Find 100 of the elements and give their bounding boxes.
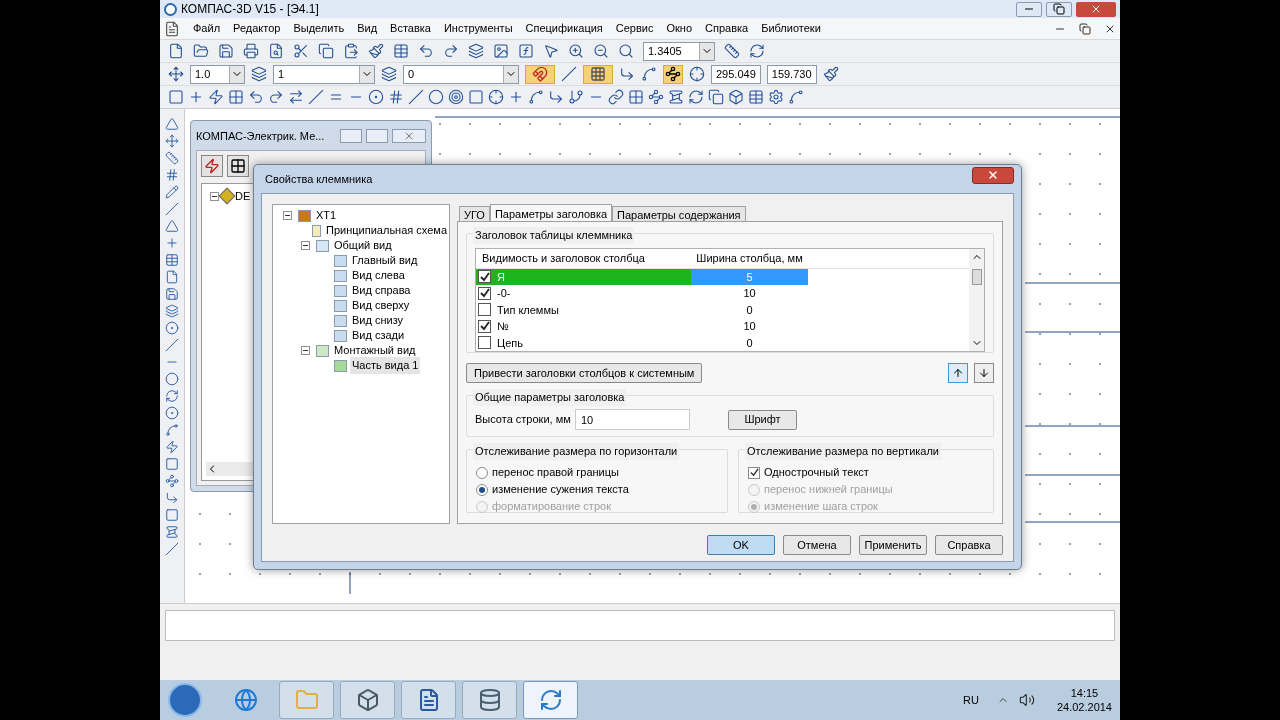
table-icon[interactable] — [393, 43, 409, 59]
zoom-combo[interactable]: 1.3405 — [643, 41, 715, 61]
menu-item[interactable]: Выделить — [293, 20, 345, 37]
menu-item[interactable]: Сервис — [615, 20, 654, 37]
scroll-thumb[interactable] — [971, 269, 982, 285]
speaker-icon[interactable] — [1018, 692, 1035, 708]
magnet-button[interactable] — [525, 64, 555, 84]
double-arrow-icon[interactable] — [288, 89, 304, 105]
search-icon[interactable] — [618, 43, 634, 59]
move-icon[interactable] — [165, 134, 179, 148]
square-icon[interactable] — [165, 457, 179, 471]
branch-icon[interactable] — [568, 89, 584, 105]
reset-headers-button[interactable]: Привести заголовки столбцов к системным — [466, 363, 703, 383]
table-icon[interactable] — [748, 89, 764, 105]
new-file-icon[interactable] — [168, 43, 184, 59]
zoom-out-icon[interactable] — [593, 43, 609, 59]
tree-item[interactable]: Вид сверху — [350, 297, 412, 314]
column-header[interactable]: Видимость и заголовок столбца — [476, 250, 691, 267]
slash-icon[interactable] — [165, 542, 179, 556]
close-button[interactable] — [392, 129, 426, 143]
square-icon[interactable] — [165, 508, 179, 522]
close-button[interactable] — [972, 166, 1014, 184]
ruler-icon[interactable] — [724, 43, 740, 59]
tab[interactable]: Параметры содержания — [612, 206, 746, 221]
triangle-icon[interactable] — [165, 219, 179, 233]
command-field[interactable] — [165, 610, 1115, 641]
curve-icon[interactable] — [788, 89, 804, 105]
language-indicator[interactable]: RU — [963, 691, 979, 709]
lightning-icon[interactable] — [208, 89, 224, 105]
curve-icon[interactable] — [165, 423, 179, 437]
waypoints-icon[interactable] — [165, 474, 179, 488]
tree-item[interactable]: Часть вида 1 — [350, 357, 421, 374]
tree-item[interactable]: Общий вид — [332, 237, 394, 254]
tree-item[interactable]: Вид снизу — [350, 312, 406, 329]
circle-icon[interactable] — [165, 372, 179, 386]
collapse-toggle-icon[interactable] — [283, 211, 292, 220]
tree-item[interactable]: Вид сзади — [350, 327, 407, 344]
tab[interactable]: Параметры заголовка — [489, 204, 613, 221]
table-cell[interactable]: 10 — [691, 285, 808, 302]
collapse-toggle-icon[interactable] — [210, 191, 219, 201]
circle-dot-icon[interactable] — [165, 406, 179, 420]
save-icon[interactable] — [165, 287, 179, 301]
menu-item[interactable]: Спецификация — [525, 20, 603, 37]
move-down-button[interactable] — [974, 363, 994, 383]
tree-item[interactable]: DE — [235, 188, 251, 205]
brush-icon[interactable] — [368, 43, 384, 59]
y-coordinate-field[interactable]: 159.730 — [766, 64, 817, 84]
maximize-button[interactable] — [1046, 1, 1072, 17]
checkbox[interactable] — [478, 303, 491, 317]
brush-icon[interactable] — [822, 66, 839, 82]
scale-combo[interactable]: 1.0 — [190, 64, 245, 84]
circle-dot-icon[interactable] — [368, 89, 384, 105]
undo-icon[interactable] — [248, 89, 264, 105]
corner-arrow-icon[interactable] — [548, 89, 564, 105]
scissors-icon[interactable] — [293, 43, 309, 59]
taskbar-app-button[interactable] — [340, 681, 395, 719]
collapse-toggle-icon[interactable] — [301, 241, 310, 250]
save-icon[interactable] — [218, 43, 234, 59]
menu-item[interactable]: Вид — [357, 20, 378, 37]
zoom-in-icon[interactable] — [568, 43, 584, 59]
pointer-icon[interactable] — [543, 43, 559, 59]
refresh-icon[interactable] — [749, 43, 765, 59]
copy-icon[interactable] — [708, 89, 724, 105]
table-cell[interactable]: Цепь — [476, 334, 691, 351]
copy-icon[interactable] — [318, 43, 334, 59]
circle-icon[interactable] — [428, 89, 444, 105]
radio-button[interactable] — [476, 483, 488, 496]
menu-item[interactable]: Библиотеки — [761, 20, 821, 37]
menu-item[interactable]: Файл — [193, 20, 221, 37]
menu-item[interactable]: Окно — [666, 20, 692, 37]
hash-icon[interactable] — [388, 89, 404, 105]
start-button[interactable] — [168, 683, 202, 717]
font-button[interactable]: Шрифт — [728, 409, 797, 430]
file-icon[interactable] — [165, 270, 179, 284]
slash-icon[interactable] — [408, 89, 424, 105]
table-icon[interactable] — [165, 253, 179, 267]
vertical-scrollbar[interactable] — [969, 249, 984, 351]
redo-icon[interactable] — [443, 43, 459, 59]
dialog-button[interactable]: Отмена — [783, 535, 851, 555]
table-cell[interactable]: 10 — [691, 318, 808, 335]
row-height-field[interactable]: 10 — [575, 409, 690, 430]
redo-icon[interactable] — [268, 89, 284, 105]
tree-item[interactable]: Вид справа — [350, 282, 413, 299]
tree-item[interactable]: Принципиальная схема — [324, 222, 449, 239]
checkbox[interactable] — [478, 270, 491, 284]
paste-icon[interactable] — [343, 43, 359, 59]
image-icon[interactable] — [493, 43, 509, 59]
table-cell[interactable]: 0 — [691, 334, 808, 351]
taskbar-app-button[interactable] — [401, 681, 456, 719]
menu-item[interactable]: Вставка — [390, 20, 431, 37]
menu-item[interactable]: Инструменты — [443, 20, 513, 37]
tree-item[interactable]: Монтажный вид — [332, 342, 418, 359]
checkbox[interactable] — [478, 319, 491, 333]
taskbar-app-button[interactable] — [523, 681, 578, 719]
undo-icon[interactable] — [418, 43, 434, 59]
tree-item[interactable]: Главный вид — [350, 252, 420, 269]
link-icon[interactable] — [608, 89, 624, 105]
layers-icon[interactable] — [251, 66, 267, 82]
pencil-icon[interactable] — [165, 185, 179, 199]
move-up-button[interactable] — [948, 363, 968, 383]
